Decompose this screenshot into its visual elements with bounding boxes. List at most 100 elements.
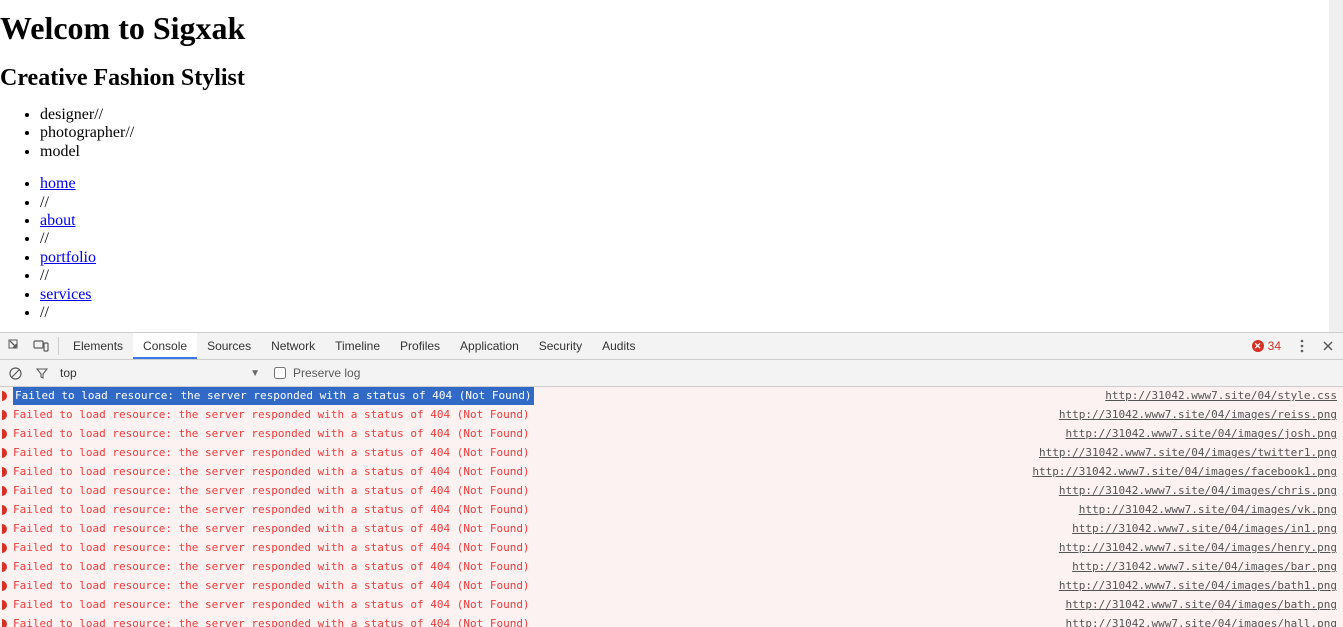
tab-elements[interactable]: Elements (63, 333, 133, 359)
tab-security[interactable]: Security (529, 333, 592, 359)
separator (58, 337, 59, 355)
nav-link-about[interactable]: about (40, 212, 76, 229)
console-message: Failed to load resource: the server resp… (13, 406, 530, 424)
tab-audits[interactable]: Audits (592, 333, 645, 359)
console-row[interactable]: Failed to load resource: the server resp… (0, 615, 1343, 627)
error-icon (2, 619, 7, 627)
console-row[interactable]: Failed to load resource: the server resp… (0, 577, 1343, 596)
console-source-link[interactable]: http://31042.www7.site/04/images/in1.png (1072, 520, 1337, 538)
console-source-link[interactable]: http://31042.www7.site/04/images/reiss.p… (1059, 406, 1337, 424)
nav-link-portfolio[interactable]: portfolio (40, 249, 96, 266)
error-icon (2, 391, 7, 401)
role-text: photographer (40, 124, 125, 141)
role-sep: // (125, 124, 134, 141)
kebab-menu-icon[interactable] (1289, 333, 1315, 359)
console-message: Failed to load resource: the server resp… (13, 482, 530, 500)
console-message: Failed to load resource: the server resp… (13, 463, 530, 481)
list-item: // (40, 194, 1329, 212)
console-row[interactable]: Failed to load resource: the server resp… (0, 596, 1343, 615)
tab-timeline[interactable]: Timeline (325, 333, 390, 359)
error-icon (2, 543, 7, 553)
console-source-link[interactable]: http://31042.www7.site/04/images/bath.pn… (1065, 596, 1337, 614)
role-text: model (40, 143, 80, 160)
console-row[interactable]: Failed to load resource: the server resp… (0, 406, 1343, 425)
console-source-link[interactable]: http://31042.www7.site/04/images/bath1.p… (1059, 577, 1337, 595)
console-message: Failed to load resource: the server resp… (13, 577, 530, 595)
console-source-link[interactable]: http://31042.www7.site/04/images/bar.png (1072, 558, 1337, 576)
nav-list: home // about // portfolio // services /… (0, 175, 1329, 322)
preserve-log-input[interactable] (274, 367, 286, 379)
error-count: 34 (1268, 339, 1281, 353)
console-message: Failed to load resource: the server resp… (13, 520, 530, 538)
preserve-log-label: Preserve log (293, 366, 360, 380)
console-row[interactable]: Failed to load resource: the server resp… (0, 558, 1343, 577)
console-source-link[interactable]: http://31042.www7.site/04/images/hall.pn… (1065, 615, 1337, 627)
devtools-tabbar: ElementsConsoleSourcesNetworkTimelinePro… (0, 333, 1343, 360)
console-source-link[interactable]: http://31042.www7.site/04/images/henry.p… (1059, 539, 1337, 557)
tab-console[interactable]: Console (133, 333, 197, 359)
console-message: Failed to load resource: the server resp… (13, 539, 530, 557)
page-content: Welcom to Sigxak Creative Fashion Stylis… (0, 0, 1343, 332)
console-source-link[interactable]: http://31042.www7.site/04/images/chris.p… (1059, 482, 1337, 500)
context-selector[interactable]: top ▼ (60, 366, 260, 380)
console-row[interactable]: Failed to load resource: the server resp… (0, 520, 1343, 539)
clear-console-icon[interactable] (6, 360, 24, 386)
error-icon (2, 448, 7, 458)
console-filterbar: top ▼ Preserve log (0, 360, 1343, 387)
error-icon (2, 505, 7, 515)
console-row[interactable]: Failed to load resource: the server resp… (0, 501, 1343, 520)
page-subtitle: Creative Fashion Stylist (0, 65, 1329, 92)
roles-list: designer// photographer// model (0, 106, 1329, 161)
console-message: Failed to load resource: the server resp… (13, 615, 530, 627)
filter-icon[interactable] (34, 360, 50, 386)
list-item: // (40, 230, 1329, 248)
chevron-down-icon: ▼ (250, 368, 260, 379)
console-row[interactable]: Failed to load resource: the server resp… (0, 425, 1343, 444)
error-count-badge[interactable]: ✕ 34 (1252, 339, 1281, 353)
console-row[interactable]: Failed to load resource: the server resp… (0, 444, 1343, 463)
role-text: designer (40, 106, 94, 123)
error-icon (2, 429, 7, 439)
console-row[interactable]: Failed to load resource: the server resp… (0, 482, 1343, 501)
console-message: Failed to load resource: the server resp… (13, 425, 530, 443)
context-value: top (60, 366, 77, 380)
inspect-icon[interactable] (2, 333, 28, 359)
error-icon (2, 467, 7, 477)
devtools: ElementsConsoleSourcesNetworkTimelinePro… (0, 332, 1343, 627)
list-item: // (40, 304, 1329, 322)
nav-link-services[interactable]: services (40, 286, 92, 303)
list-item: about (40, 212, 1329, 230)
error-icon (2, 581, 7, 591)
tab-network[interactable]: Network (261, 333, 325, 359)
console-source-link[interactable]: http://31042.www7.site/04/images/vk.png (1079, 501, 1337, 519)
device-toggle-icon[interactable] (28, 333, 54, 359)
console-message: Failed to load resource: the server resp… (13, 387, 534, 405)
list-item: // (40, 267, 1329, 285)
viewport: Welcom to Sigxak Creative Fashion Stylis… (0, 0, 1343, 627)
console-output[interactable]: Failed to load resource: the server resp… (0, 387, 1343, 627)
console-row[interactable]: Failed to load resource: the server resp… (0, 463, 1343, 482)
console-source-link[interactable]: http://31042.www7.site/04/images/faceboo… (1032, 463, 1337, 481)
console-source-link[interactable]: http://31042.www7.site/04/images/josh.pn… (1065, 425, 1337, 443)
console-message: Failed to load resource: the server resp… (13, 501, 530, 519)
error-icon (2, 410, 7, 420)
console-source-link[interactable]: http://31042.www7.site/04/style.css (1105, 387, 1337, 405)
nav-link-home[interactable]: home (40, 175, 76, 192)
tab-application[interactable]: Application (450, 333, 529, 359)
console-row[interactable]: Failed to load resource: the server resp… (0, 387, 1343, 406)
close-devtools-icon[interactable] (1315, 333, 1341, 359)
console-source-link[interactable]: http://31042.www7.site/04/images/twitter… (1039, 444, 1337, 462)
list-item: services (40, 286, 1329, 304)
preserve-log-checkbox[interactable]: Preserve log (270, 364, 360, 382)
console-message: Failed to load resource: the server resp… (13, 558, 530, 576)
tab-sources[interactable]: Sources (197, 333, 261, 359)
page-title: Welcom to Sigxak (0, 10, 1329, 47)
error-icon: ✕ (1252, 340, 1264, 352)
tab-profiles[interactable]: Profiles (390, 333, 450, 359)
console-row[interactable]: Failed to load resource: the server resp… (0, 539, 1343, 558)
error-icon (2, 524, 7, 534)
list-item: model (40, 143, 1329, 161)
error-icon (2, 600, 7, 610)
list-item: portfolio (40, 249, 1329, 267)
console-message: Failed to load resource: the server resp… (13, 596, 530, 614)
